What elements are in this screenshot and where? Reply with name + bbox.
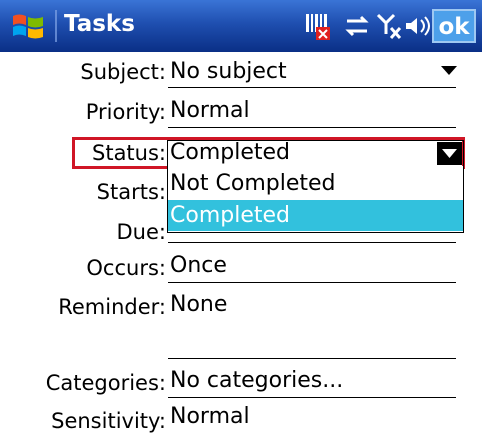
occurs-value[interactable]: Once (170, 253, 227, 278)
status-label: Status: (92, 141, 166, 165)
connectivity-icon (345, 15, 369, 37)
sensitivity-label: Sensitivity: (51, 409, 166, 433)
sim-missing-icon (306, 14, 330, 40)
ok-button[interactable]: ok (432, 9, 476, 43)
signal-off-icon (376, 13, 402, 40)
categories-underline (168, 397, 456, 398)
reminder-label: Reminder: (58, 295, 166, 319)
status-value[interactable]: Completed (170, 140, 290, 165)
categories-label: Categories: (45, 371, 166, 395)
volume-icon[interactable] (403, 10, 431, 42)
priority-label: Priority: (85, 100, 166, 124)
occurs-underline (168, 282, 456, 283)
chevron-down-icon (442, 149, 457, 158)
windows-start-icon[interactable] (10, 8, 46, 44)
status-options-list: Not Completed Completed (167, 166, 464, 233)
priority-value[interactable]: Normal (170, 98, 250, 123)
due-label: Due: (116, 220, 166, 244)
categories-top-rule (168, 358, 456, 359)
occurs-label: Occurs: (86, 256, 166, 280)
status-option-completed[interactable]: Completed (168, 200, 463, 231)
subject-underline (168, 87, 456, 88)
status-option-not-completed[interactable]: Not Completed (168, 168, 463, 199)
subject-value[interactable]: No subject (170, 59, 287, 84)
title-separator (55, 10, 57, 42)
subject-label: Subject: (80, 60, 166, 84)
app-title: Tasks (64, 11, 135, 37)
starts-label: Starts: (96, 180, 166, 204)
reminder-value[interactable]: None (170, 292, 227, 317)
due-underline (168, 242, 456, 243)
sensitivity-value[interactable]: Normal (170, 404, 250, 429)
priority-underline (168, 127, 456, 128)
title-bar: Tasks ok (0, 0, 482, 52)
subject-dropdown-arrow-icon[interactable] (441, 66, 457, 76)
status-dropdown-button[interactable] (437, 142, 462, 165)
categories-value[interactable]: No categories... (170, 368, 343, 393)
